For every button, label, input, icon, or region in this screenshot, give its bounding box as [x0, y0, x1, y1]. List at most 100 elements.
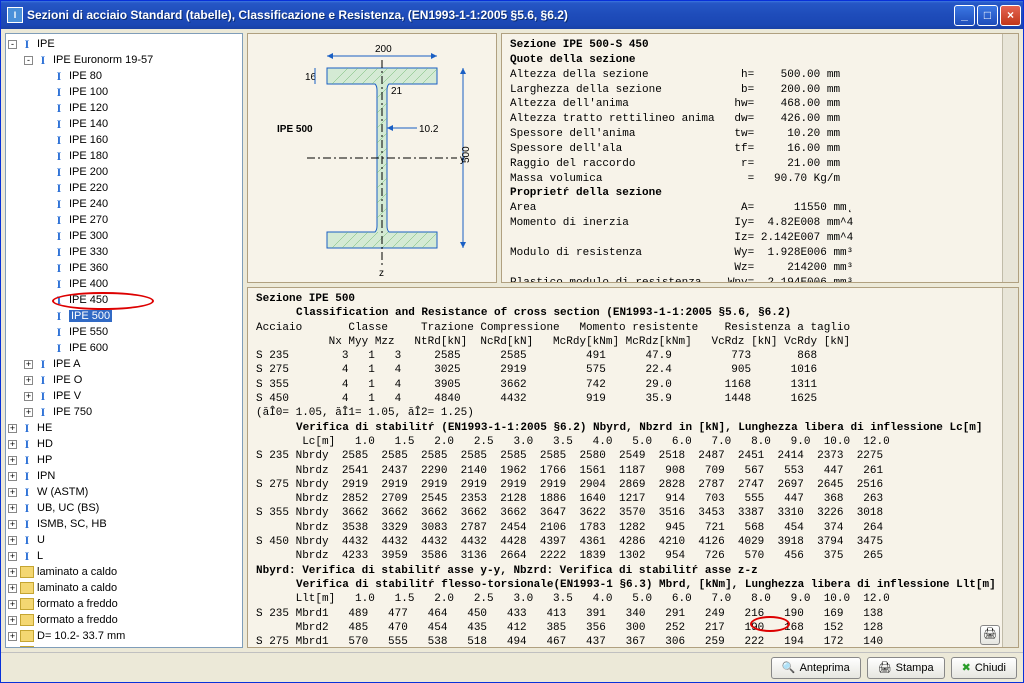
tree-item[interactable]: IPE 360	[8, 260, 240, 276]
expand-icon[interactable]: +	[24, 408, 33, 417]
tree-item[interactable]: +HD	[8, 436, 240, 452]
ibeam-icon	[36, 390, 50, 402]
tree-item[interactable]: + IPN	[8, 468, 240, 484]
tree-item[interactable]: IPE 100	[8, 84, 240, 100]
folder-icon	[20, 646, 34, 648]
tree-item[interactable]: IPE 80	[8, 68, 240, 84]
tree-item[interactable]: + IPE 750	[8, 404, 240, 420]
tree-item[interactable]: IPE 240	[8, 196, 240, 212]
print-icon-button[interactable]: 🖨	[980, 625, 1000, 645]
expand-icon[interactable]: +	[8, 584, 17, 593]
expand-icon[interactable]: +	[8, 552, 17, 561]
tree-item[interactable]: +HP	[8, 452, 240, 468]
expand-icon[interactable]: +	[8, 648, 17, 649]
tree-item[interactable]: +formato a freddo	[8, 596, 240, 612]
ibeam-icon	[36, 406, 50, 418]
results-scrollbar[interactable]	[1002, 288, 1018, 647]
tree-item[interactable]: - IPE	[8, 36, 240, 52]
expand-icon[interactable]: +	[8, 472, 17, 481]
tree-item[interactable]: -IPE Euronorm 19-57	[8, 52, 240, 68]
class-header: Classification and Resistance of cross s…	[256, 306, 1010, 320]
tree-item[interactable]: IPE 550	[8, 324, 240, 340]
prop-row: Altezza tratto rettilineo anima dw= 426.…	[510, 112, 1010, 127]
ibeam-icon	[20, 454, 34, 466]
expand-icon[interactable]: +	[24, 392, 33, 401]
note1: (ăÎ0= 1.05, ăÎ1= 1.05, ăÎ2= 1.25)	[256, 406, 1010, 420]
print-icon: 🖨	[878, 661, 892, 674]
tree-item[interactable]: IPE 160	[8, 132, 240, 148]
tree-item[interactable]: IPE 270	[8, 212, 240, 228]
tree-label: IPE 240	[69, 198, 108, 210]
tree-item[interactable]: IPE 330	[8, 244, 240, 260]
maximize-button[interactable]: □	[977, 5, 998, 26]
tree-item[interactable]: IPE 200	[8, 164, 240, 180]
tree-item[interactable]: IPE 500	[8, 308, 240, 324]
expand-icon[interactable]: +	[8, 488, 17, 497]
close-dialog-button[interactable]: ✖Chiudi	[951, 657, 1017, 679]
preview-button[interactable]: 🔍Anteprima	[771, 657, 861, 679]
minimize-button[interactable]: _	[954, 5, 975, 26]
tree-label: IPE 200	[69, 166, 108, 178]
tree-label: U	[37, 534, 45, 546]
tree-item[interactable]: IPE 300	[8, 228, 240, 244]
tree-item[interactable]: +laminato a caldo	[8, 580, 240, 596]
expand-icon[interactable]: +	[8, 440, 17, 449]
expand-icon	[40, 216, 49, 225]
flex-header: Verifica di stabilitŕ flesso-torsionale(…	[256, 578, 1010, 592]
ibeam-icon	[20, 486, 34, 498]
expand-icon[interactable]: +	[8, 536, 17, 545]
tree-item[interactable]: +D= 10.2- 33.7 mm	[8, 628, 240, 644]
tree-item[interactable]: IPE 180	[8, 148, 240, 164]
close-button[interactable]: ×	[1000, 5, 1021, 26]
tree-label: IPE O	[53, 374, 82, 386]
tree-panel[interactable]: -IPE-IPE Euronorm 19-57IPE 80IPE 100IPE …	[5, 33, 243, 648]
expand-icon[interactable]: -	[24, 56, 33, 65]
expand-icon[interactable]: -	[8, 40, 17, 49]
tree-item[interactable]: IPE 600	[8, 340, 240, 356]
tree-item[interactable]: +D= 38.0- 63.5 mm	[8, 644, 240, 648]
expand-icon[interactable]: +	[24, 376, 33, 385]
tree-item[interactable]: IPE 120	[8, 100, 240, 116]
tree-label: HE	[37, 422, 52, 434]
window-title: Sezioni di acciaio Standard (tabelle), C…	[27, 8, 954, 22]
tree-item[interactable]: +ISMB, SC, HB	[8, 516, 240, 532]
expand-icon	[40, 264, 49, 273]
expand-icon[interactable]: +	[8, 456, 17, 465]
print-button[interactable]: 🖨Stampa	[867, 657, 945, 679]
tree-item[interactable]: +IPE V	[8, 388, 240, 404]
expand-icon[interactable]: +	[24, 360, 33, 369]
expand-icon[interactable]: +	[8, 616, 17, 625]
tree-label: IPE 400	[69, 278, 108, 290]
close-label: Chiudi	[975, 662, 1006, 674]
tree-item[interactable]: +IPE A	[8, 356, 240, 372]
ipe-diagram-svg: 200 16 21 10.2	[257, 38, 487, 278]
dim-b: 200	[375, 44, 392, 55]
expand-icon[interactable]: +	[8, 600, 17, 609]
tree-label: IPE 550	[69, 326, 108, 338]
tree-item[interactable]: IPE 220	[8, 180, 240, 196]
ibeam-icon	[52, 278, 66, 290]
tree-item[interactable]: +W (ASTM)	[8, 484, 240, 500]
tree-item[interactable]: IPE 140	[8, 116, 240, 132]
ibeam-icon	[20, 502, 34, 514]
tree-label: IPE	[37, 38, 55, 50]
expand-icon[interactable]: +	[8, 568, 17, 577]
tree-item[interactable]: +L	[8, 548, 240, 564]
tree-item[interactable]: + HE	[8, 420, 240, 436]
tree-item[interactable]: +UB, UC (BS)	[8, 500, 240, 516]
tree-label: IPE 750	[53, 406, 92, 418]
tree-item[interactable]: + formato a freddo	[8, 612, 240, 628]
props-scrollbar[interactable]	[1002, 34, 1018, 282]
expand-icon[interactable]: +	[8, 504, 17, 513]
tree-item[interactable]: + IPE O	[8, 372, 240, 388]
expand-icon[interactable]: +	[8, 520, 17, 529]
tree-item[interactable]: IPE 400	[8, 276, 240, 292]
tree-item[interactable]: +U	[8, 532, 240, 548]
tree-item[interactable]: +laminato a caldo	[8, 564, 240, 580]
expand-icon[interactable]: +	[8, 424, 17, 433]
expand-icon[interactable]: +	[8, 632, 17, 641]
tree-label: formato a freddo	[37, 614, 118, 626]
tree-item[interactable]: IPE 450	[8, 292, 240, 308]
tree-label: IPN	[37, 470, 55, 482]
tree-label: IPE 120	[69, 102, 108, 114]
